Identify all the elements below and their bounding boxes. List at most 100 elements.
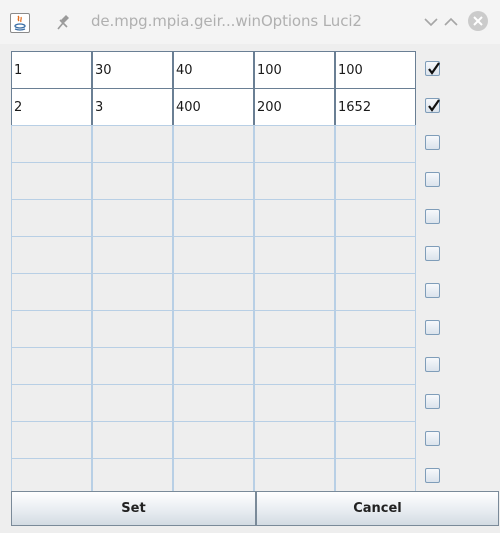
table-cell[interactable] bbox=[254, 273, 335, 311]
cell-input[interactable] bbox=[174, 52, 253, 88]
row-checkbox[interactable] bbox=[425, 320, 440, 335]
table-cell[interactable] bbox=[173, 273, 254, 311]
cell-input[interactable] bbox=[93, 274, 172, 310]
row-checkbox[interactable] bbox=[425, 135, 440, 150]
table-cell[interactable] bbox=[254, 347, 335, 385]
table-cell[interactable] bbox=[11, 125, 92, 163]
cell-input[interactable] bbox=[255, 126, 334, 162]
table-cell[interactable] bbox=[335, 421, 416, 459]
row-checkbox[interactable] bbox=[425, 246, 440, 261]
table-cell[interactable] bbox=[173, 384, 254, 422]
table-cell[interactable] bbox=[335, 162, 416, 200]
row-checkbox[interactable] bbox=[425, 98, 440, 113]
table-cell[interactable] bbox=[173, 162, 254, 200]
table-cell[interactable] bbox=[92, 88, 173, 126]
cell-input[interactable] bbox=[336, 348, 415, 384]
cell-input[interactable] bbox=[93, 163, 172, 199]
cell-input[interactable] bbox=[12, 237, 91, 273]
cell-input[interactable] bbox=[336, 385, 415, 421]
cell-input[interactable] bbox=[12, 348, 91, 384]
cancel-button[interactable]: Cancel bbox=[256, 491, 499, 526]
cell-input[interactable] bbox=[336, 422, 415, 458]
table-cell[interactable] bbox=[92, 273, 173, 311]
cell-input[interactable] bbox=[336, 459, 415, 495]
cell-input[interactable] bbox=[255, 459, 334, 495]
table-cell[interactable] bbox=[254, 421, 335, 459]
cell-input[interactable] bbox=[93, 237, 172, 273]
table-cell[interactable] bbox=[92, 125, 173, 163]
cell-input[interactable] bbox=[174, 163, 253, 199]
table-cell[interactable] bbox=[335, 125, 416, 163]
table-cell[interactable] bbox=[254, 199, 335, 237]
table-cell[interactable] bbox=[11, 273, 92, 311]
table-cell[interactable] bbox=[92, 421, 173, 459]
cell-input[interactable] bbox=[336, 52, 415, 88]
table-cell[interactable] bbox=[173, 347, 254, 385]
cell-input[interactable] bbox=[336, 311, 415, 347]
table-cell[interactable] bbox=[254, 236, 335, 274]
cell-input[interactable] bbox=[336, 126, 415, 162]
table-cell[interactable] bbox=[173, 421, 254, 459]
table-cell[interactable] bbox=[11, 421, 92, 459]
table-cell[interactable] bbox=[92, 51, 173, 89]
cell-input[interactable] bbox=[255, 385, 334, 421]
table-cell[interactable] bbox=[11, 88, 92, 126]
cell-input[interactable] bbox=[12, 89, 91, 125]
table-cell[interactable] bbox=[335, 384, 416, 422]
java-icon[interactable] bbox=[10, 13, 30, 33]
table-cell[interactable] bbox=[11, 347, 92, 385]
table-cell[interactable] bbox=[92, 162, 173, 200]
cell-input[interactable] bbox=[12, 274, 91, 310]
minimize-chevron-icon[interactable] bbox=[422, 14, 440, 30]
maximize-chevron-icon[interactable] bbox=[442, 14, 460, 30]
row-checkbox[interactable] bbox=[425, 209, 440, 224]
table-cell[interactable] bbox=[92, 199, 173, 237]
cell-input[interactable] bbox=[174, 385, 253, 421]
table-cell[interactable] bbox=[11, 199, 92, 237]
set-button[interactable]: Set bbox=[11, 491, 256, 526]
row-checkbox[interactable] bbox=[425, 61, 440, 76]
table-cell[interactable] bbox=[11, 162, 92, 200]
cell-input[interactable] bbox=[93, 348, 172, 384]
table-cell[interactable] bbox=[11, 384, 92, 422]
cell-input[interactable] bbox=[255, 274, 334, 310]
cell-input[interactable] bbox=[93, 459, 172, 495]
cell-input[interactable] bbox=[12, 163, 91, 199]
table-cell[interactable] bbox=[335, 310, 416, 348]
table-cell[interactable] bbox=[335, 199, 416, 237]
table-cell[interactable] bbox=[335, 51, 416, 89]
table-cell[interactable] bbox=[173, 199, 254, 237]
cell-input[interactable] bbox=[12, 200, 91, 236]
table-cell[interactable] bbox=[335, 236, 416, 274]
table-cell[interactable] bbox=[11, 236, 92, 274]
cell-input[interactable] bbox=[93, 126, 172, 162]
cell-input[interactable] bbox=[174, 311, 253, 347]
cell-input[interactable] bbox=[174, 459, 253, 495]
row-checkbox[interactable] bbox=[425, 468, 440, 483]
cell-input[interactable] bbox=[174, 200, 253, 236]
cell-input[interactable] bbox=[174, 237, 253, 273]
table-cell[interactable] bbox=[254, 310, 335, 348]
table-cell[interactable] bbox=[92, 384, 173, 422]
cell-input[interactable] bbox=[12, 311, 91, 347]
cell-input[interactable] bbox=[255, 348, 334, 384]
table-cell[interactable] bbox=[335, 273, 416, 311]
cell-input[interactable] bbox=[336, 163, 415, 199]
cell-input[interactable] bbox=[255, 52, 334, 88]
cell-input[interactable] bbox=[93, 52, 172, 88]
cell-input[interactable] bbox=[174, 348, 253, 384]
table-cell[interactable] bbox=[92, 236, 173, 274]
table-cell[interactable] bbox=[173, 51, 254, 89]
cell-input[interactable] bbox=[93, 385, 172, 421]
cell-input[interactable] bbox=[174, 422, 253, 458]
close-icon[interactable] bbox=[468, 11, 488, 31]
table-cell[interactable] bbox=[254, 162, 335, 200]
table-cell[interactable] bbox=[173, 236, 254, 274]
cell-input[interactable] bbox=[255, 422, 334, 458]
cell-input[interactable] bbox=[12, 459, 91, 495]
cell-input[interactable] bbox=[93, 200, 172, 236]
row-checkbox[interactable] bbox=[425, 394, 440, 409]
cell-input[interactable] bbox=[12, 422, 91, 458]
cell-input[interactable] bbox=[12, 52, 91, 88]
row-checkbox[interactable] bbox=[425, 172, 440, 187]
